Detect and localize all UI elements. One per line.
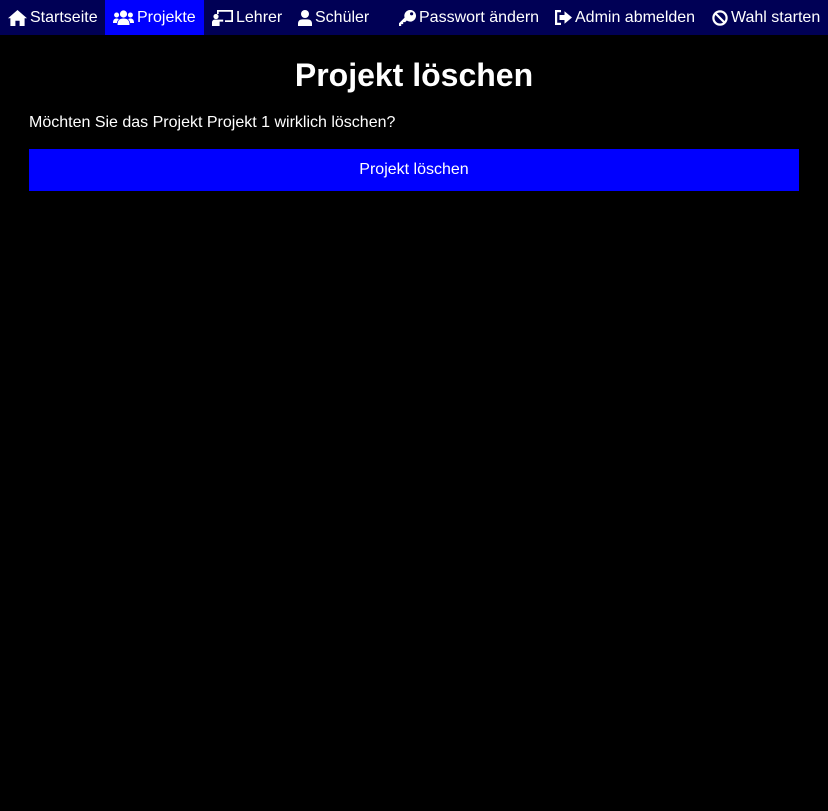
nav-label: Wahl starten xyxy=(731,8,821,26)
delete-project-button[interactable]: Projekt löschen xyxy=(29,149,799,191)
sign-out-icon xyxy=(555,10,572,25)
ban-icon xyxy=(712,9,728,26)
nav-item-startseite[interactable]: Startseite xyxy=(8,0,98,35)
key-icon xyxy=(399,9,416,26)
nav-item-wahl-starten[interactable]: Wahl starten xyxy=(712,0,820,35)
nav-label: Projekte xyxy=(137,8,196,26)
nav-label: Startseite xyxy=(30,8,98,26)
nav-label: Lehrer xyxy=(236,8,283,26)
home-icon xyxy=(8,9,27,26)
nav-label: Schüler xyxy=(315,8,370,26)
nav-item-projekte[interactable]: Projekte xyxy=(105,0,204,35)
confirmation-question: Möchten Sie das Projekt Projekt 1 wirkli… xyxy=(29,114,396,131)
top-navigation: Startseite Projekte Lehrer Schüler Passw… xyxy=(0,0,828,35)
nav-item-lehrer[interactable]: Lehrer xyxy=(212,0,282,35)
page-title: Projekt löschen xyxy=(294,57,534,93)
nav-label: Admin abmelden xyxy=(575,8,696,26)
nav-item-schueler[interactable]: Schüler xyxy=(298,0,369,35)
nav-label: Passwort ändern xyxy=(419,8,540,26)
nav-item-admin-abmelden[interactable]: Admin abmelden xyxy=(555,0,695,35)
user-icon xyxy=(298,9,312,26)
users-icon xyxy=(113,10,134,25)
nav-item-passwort-aendern[interactable]: Passwort ändern xyxy=(399,0,539,35)
chalkboard-teacher-icon xyxy=(212,9,233,26)
